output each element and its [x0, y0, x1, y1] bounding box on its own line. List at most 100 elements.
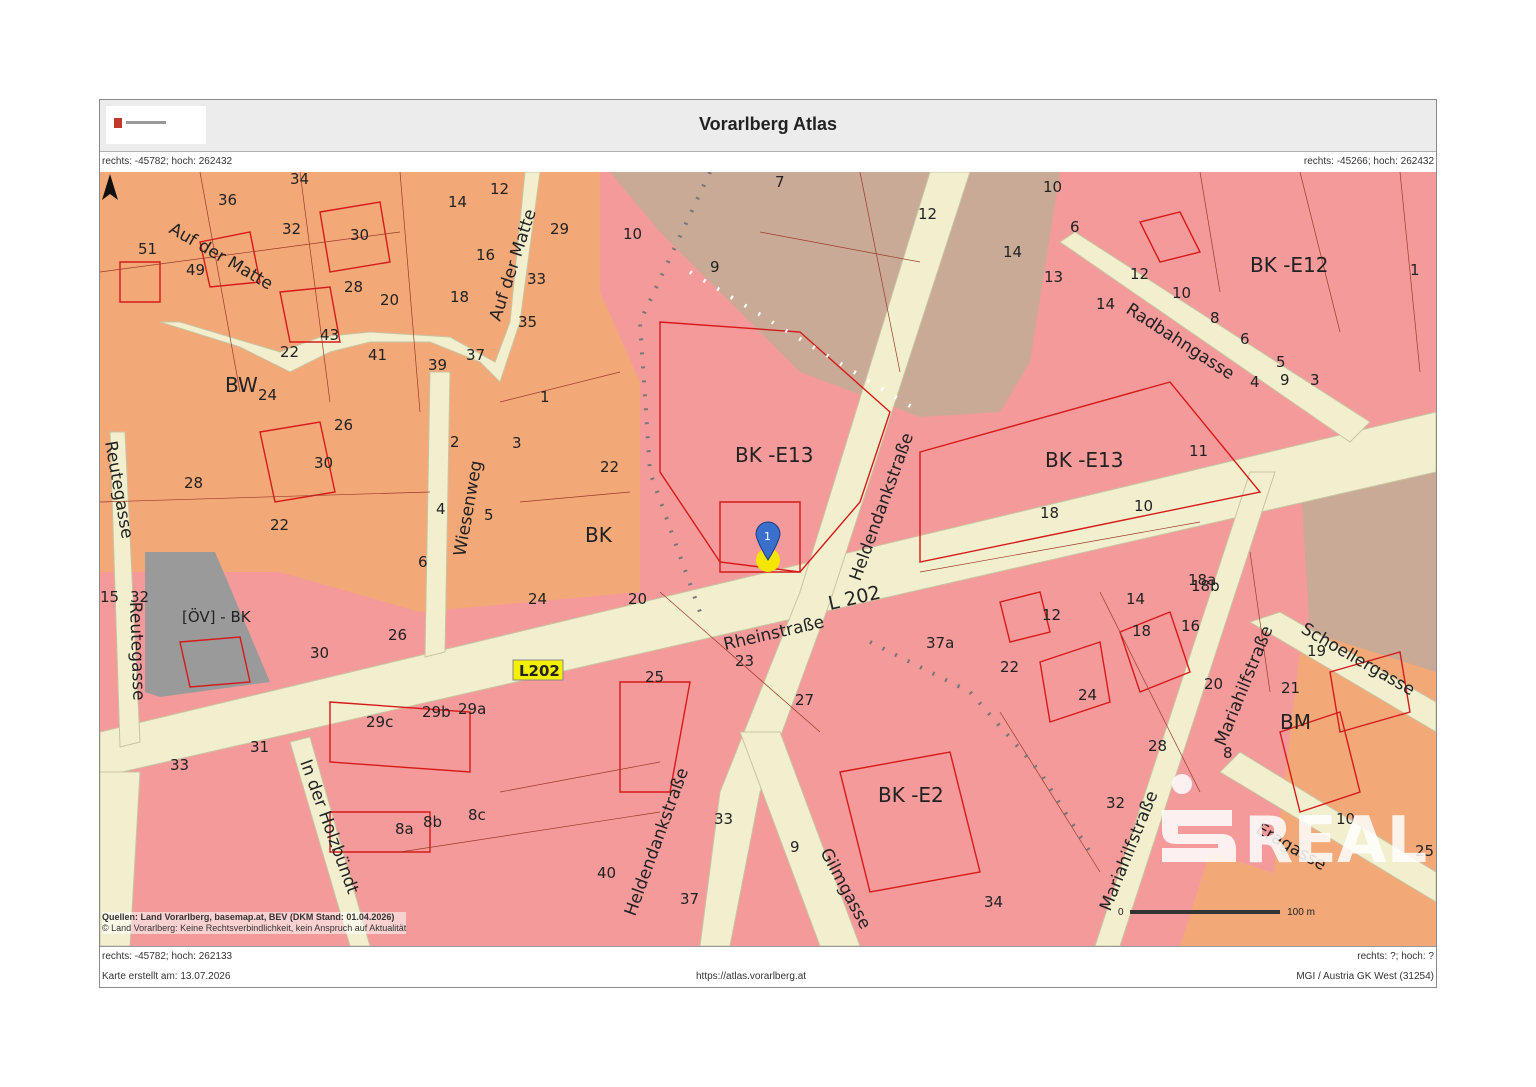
house-number: 28 — [344, 278, 363, 296]
house-number: 16 — [1181, 617, 1200, 635]
house-number: 41 — [368, 346, 387, 364]
house-number: 25 — [645, 668, 664, 686]
road-badge: L202 — [519, 662, 560, 680]
house-number: 1 — [1410, 261, 1420, 279]
map-credits: Quellen: Land Vorarlberg, basemap.at, BE… — [102, 912, 407, 934]
marker-number: 1 — [764, 530, 771, 543]
north-arrow-icon — [102, 174, 118, 200]
house-number: 29b — [422, 703, 451, 721]
house-number: 51 — [138, 240, 157, 258]
house-number: 2 — [450, 433, 460, 451]
footer-projection: MGI / Austria GK West (31254) — [1296, 971, 1434, 982]
house-number: 43 — [320, 326, 339, 344]
house-number: 26 — [334, 416, 353, 434]
house-number: 34 — [290, 172, 309, 188]
house-number: 20 — [628, 590, 647, 608]
svg-text:REAL: REAL — [1244, 804, 1427, 878]
house-number: 8c — [468, 806, 486, 824]
house-number: 5 — [1276, 353, 1286, 371]
house-number: 37a — [926, 634, 954, 652]
street-label-reutegasse-2: Reutegasse — [125, 601, 148, 700]
map-header: Vorarlberg Atlas — [100, 100, 1436, 152]
house-number: 18 — [1040, 504, 1059, 522]
coord-top-left: rechts: -45782; hoch: 262432 — [102, 156, 233, 167]
house-number: 3 — [512, 434, 522, 452]
house-number: 18b — [1191, 577, 1220, 595]
house-number: 24 — [528, 590, 547, 608]
house-number: 32 — [1106, 794, 1125, 812]
house-number: 14 — [448, 193, 467, 211]
coord-bottom-left: rechts: -45782; hoch: 262133 — [102, 951, 233, 962]
house-number: 4 — [436, 500, 446, 518]
zone-label-bk-e13-b: BK -E13 — [1045, 448, 1124, 472]
house-number: 33 — [527, 270, 546, 288]
page-title: Vorarlberg Atlas — [698, 114, 838, 134]
credits-line-1: Quellen: Land Vorarlberg, basemap.at, BE… — [102, 912, 395, 922]
house-number: 8a — [395, 820, 414, 838]
house-number: 12 — [1130, 265, 1149, 283]
house-number: 18 — [450, 288, 469, 306]
house-number: 9 — [790, 838, 800, 856]
house-number: 49 — [186, 261, 205, 279]
house-number: 9 — [1280, 371, 1290, 389]
house-number: 19 — [1307, 642, 1326, 660]
footer-url[interactable]: https://atlas.vorarlberg.at — [696, 971, 806, 982]
scale-line — [1130, 910, 1281, 915]
house-number: 40 — [597, 864, 616, 882]
house-number: 36 — [218, 191, 237, 209]
house-number: 31 — [250, 738, 269, 756]
house-number: 34 — [984, 893, 1003, 911]
house-number: 28 — [184, 474, 203, 492]
house-number: 29a — [458, 700, 486, 718]
house-number: 8 — [1223, 744, 1233, 762]
coord-top-right: rechts: -45266; hoch: 262432 — [1303, 156, 1434, 167]
house-number: 8b — [423, 813, 442, 831]
house-number: 3 — [1310, 371, 1320, 389]
scale-bar: 0 100 m — [1118, 907, 1315, 918]
house-number: 33 — [170, 756, 189, 774]
house-number: 12 — [490, 180, 509, 198]
house-number: 4 — [1250, 373, 1260, 391]
house-number: 24 — [258, 386, 277, 404]
house-number: 11 — [1189, 442, 1208, 460]
map-footer: Karte erstellt am: 13.07.2026 https://at… — [100, 967, 1436, 987]
house-number: 30 — [310, 644, 329, 662]
coord-bottom-right: rechts: ?; hoch: ? — [1357, 951, 1434, 962]
scale-start: 0 — [1118, 907, 1124, 918]
zone-label-bk-e13-a: BK -E13 — [735, 443, 814, 467]
house-number: 12 — [1042, 606, 1061, 624]
scale-end: 100 m — [1287, 907, 1315, 918]
house-number: 22 — [280, 343, 299, 361]
house-number: 8 — [1210, 309, 1220, 327]
house-number: 37 — [680, 890, 699, 908]
house-number: 24 — [1078, 686, 1097, 704]
house-number: 14 — [1126, 590, 1145, 608]
house-number: 29 — [550, 220, 569, 238]
zone-label-bm: BM — [1280, 710, 1311, 734]
house-number: 26 — [388, 626, 407, 644]
house-number: 37 — [466, 346, 485, 364]
house-number: 30 — [314, 454, 333, 472]
house-number: 28 — [1148, 737, 1167, 755]
house-number: 10 — [1134, 497, 1153, 515]
footer-created-date: Karte erstellt am: 13.07.2026 — [102, 971, 231, 982]
house-number: 13 — [1044, 268, 1063, 286]
house-number: 21 — [1281, 679, 1300, 697]
house-number: 22 — [1000, 658, 1019, 676]
house-number: 6 — [1240, 330, 1250, 348]
house-number: 29c — [366, 713, 393, 731]
house-number: 22 — [270, 516, 289, 534]
house-number: 20 — [1204, 675, 1223, 693]
house-number: 20 — [380, 291, 399, 309]
house-number: 9 — [710, 258, 720, 276]
house-number: 32 — [130, 588, 149, 606]
house-number: 33 — [714, 810, 733, 828]
house-number: 18 — [1132, 622, 1151, 640]
house-number: 7 — [775, 173, 785, 191]
top-coordinates: rechts: -45782; hoch: 262432 rechts: -45… — [100, 152, 1436, 173]
credits-line-2: © Land Vorarlberg: Keine Rechtsverbindli… — [102, 923, 407, 933]
house-number: 35 — [518, 313, 537, 331]
zone-label-bw: BW — [225, 373, 258, 397]
house-number: 12 — [918, 205, 937, 223]
house-number: 5 — [484, 506, 494, 524]
